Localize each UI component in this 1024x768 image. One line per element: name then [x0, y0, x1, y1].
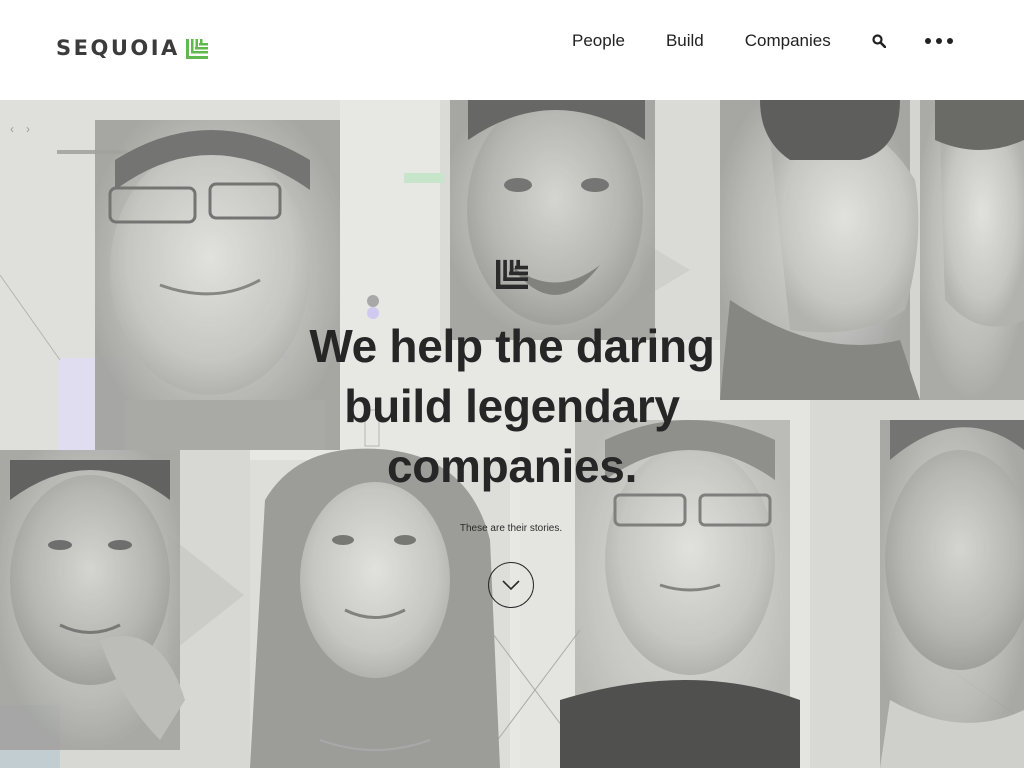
- sequoia-leaf-icon: [185, 39, 208, 59]
- site-header: SEQUOIA People Build Companies: [0, 0, 1024, 100]
- more-dots-icon: [946, 38, 953, 44]
- nav-link-companies[interactable]: Companies: [745, 31, 831, 51]
- search-button[interactable]: [869, 31, 889, 51]
- headline-line: We help the daring: [309, 320, 715, 372]
- hero-headline: We help the daring build legendary compa…: [0, 316, 1024, 496]
- chevron-down-icon: [502, 580, 520, 591]
- sequoia-leaf-icon: [496, 259, 528, 289]
- headline-line: companies.: [386, 440, 638, 492]
- nav-link-build[interactable]: Build: [666, 31, 704, 51]
- nav-link-people[interactable]: People: [572, 31, 625, 51]
- sequoia-logo[interactable]: SEQUOIA: [56, 36, 208, 60]
- more-menu-button[interactable]: [924, 34, 953, 48]
- logo-wordmark: SEQUOIA: [56, 36, 180, 60]
- carousel-controls: ‹ ›: [10, 122, 30, 136]
- hero-subline: These are their stories.: [459, 523, 563, 534]
- scroll-down-button[interactable]: [488, 562, 534, 608]
- search-icon: [872, 34, 886, 48]
- carousel-next-button[interactable]: ›: [26, 122, 30, 136]
- headline-line: build legendary: [344, 380, 680, 432]
- carousel-prev-button[interactable]: ‹: [10, 122, 14, 136]
- main-nav: People Build Companies: [572, 31, 953, 51]
- hero-section: ‹ › We help the daring build legendary c…: [0, 100, 1024, 768]
- more-dots-icon: [924, 38, 931, 44]
- more-dots-icon: [935, 38, 942, 44]
